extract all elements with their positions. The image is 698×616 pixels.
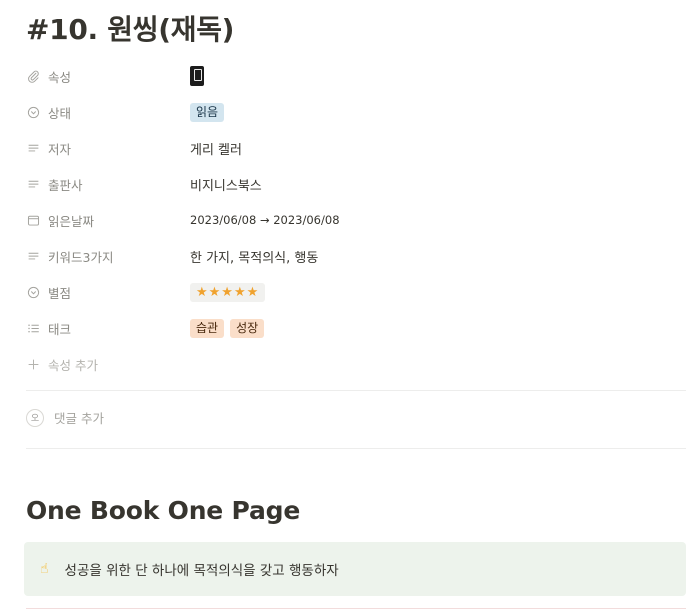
property-label: 속성: [48, 69, 72, 85]
property-label-wrap: 키워드3가지: [26, 247, 190, 266]
pointing-up-icon[interactable]: ☝: [40, 561, 49, 577]
property-label-wrap: 태크: [26, 319, 190, 338]
callout-text[interactable]: 성공을 위한 단 하나에 목적의식을 갖고 행동하자: [65, 559, 339, 579]
property-row-author[interactable]: 저자 게리 켈러: [26, 130, 686, 166]
divider: [26, 608, 686, 609]
status-circle-icon: [26, 285, 40, 299]
property-label: 상태: [48, 105, 72, 121]
property-label: 키워드3가지: [48, 249, 114, 265]
property-value[interactable]: [190, 66, 204, 86]
property-label: 저자: [48, 141, 72, 157]
property-value[interactable]: 한 가지, 목적의식, 행동: [190, 247, 318, 266]
calendar-icon: [26, 213, 40, 227]
add-comment-label: 댓글 추가: [54, 411, 104, 426]
property-label: 읽은날짜: [48, 213, 95, 229]
tag-chip[interactable]: 습관: [190, 318, 225, 338]
property-row-attribute[interactable]: 속성: [26, 58, 686, 94]
page-title[interactable]: #10. 원씽(재독): [26, 8, 234, 48]
divider: [26, 448, 686, 449]
property-row-keywords[interactable]: 키워드3가지 한 가지, 목적의식, 행동: [26, 238, 686, 274]
property-row-tags[interactable]: 태크 습관 성장: [26, 310, 686, 346]
property-label: 출판사: [48, 177, 83, 193]
book-icon: [190, 66, 204, 86]
text-lines-icon: [26, 249, 40, 263]
property-label-wrap: 읽은날짜: [26, 211, 190, 230]
property-label-wrap: 상태: [26, 103, 190, 122]
plus-icon: [26, 357, 40, 371]
property-value[interactable]: 비지니스북스: [190, 175, 262, 194]
property-value[interactable]: 게리 켈러: [190, 139, 242, 158]
property-label-wrap: 저자: [26, 139, 190, 158]
tag-chip[interactable]: 성장: [230, 318, 265, 338]
divider: [26, 390, 686, 391]
property-value[interactable]: 읽음: [190, 102, 230, 122]
property-label: 태크: [48, 321, 72, 337]
add-property-label: 속성 추가: [48, 357, 98, 373]
add-property-button[interactable]: 속성 추가: [26, 346, 686, 382]
section-heading[interactable]: One Book One Page: [26, 496, 300, 525]
status-circle-icon: [26, 105, 40, 119]
add-comment-button[interactable]: 오 댓글 추가: [26, 408, 104, 427]
text-lines-icon: [26, 141, 40, 155]
property-row-status[interactable]: 상태 읽음: [26, 94, 686, 130]
avatar: 오: [26, 408, 44, 427]
property-value[interactable]: 습관 성장: [190, 318, 270, 338]
property-row-read-date[interactable]: 읽은날짜 2023/06/08 → 2023/06/08: [26, 202, 686, 238]
property-value[interactable]: 2023/06/08 → 2023/06/08: [190, 213, 340, 227]
status-tag[interactable]: 읽음: [190, 102, 225, 122]
callout-block[interactable]: ☝ 성공을 위한 단 하나에 목적의식을 갖고 행동하자: [24, 542, 686, 596]
rating-tag[interactable]: ★★★★★: [190, 282, 266, 302]
properties-list: 속성 상태 읽음 저자 게리 켈러 출판사 비지니스북스 읽은날짜 2023/0…: [26, 58, 686, 382]
paperclip-icon: [26, 69, 40, 83]
property-row-rating[interactable]: 별점 ★★★★★: [26, 274, 686, 310]
property-label-wrap: 속성 추가: [26, 355, 190, 374]
text-lines-icon: [26, 177, 40, 191]
list-icon: [26, 321, 40, 335]
property-label-wrap: 속성: [26, 67, 190, 86]
property-value[interactable]: ★★★★★: [190, 282, 271, 302]
property-label: 별점: [48, 285, 72, 301]
property-label-wrap: 출판사: [26, 175, 190, 194]
property-label-wrap: 별점: [26, 283, 190, 302]
property-row-publisher[interactable]: 출판사 비지니스북스: [26, 166, 686, 202]
